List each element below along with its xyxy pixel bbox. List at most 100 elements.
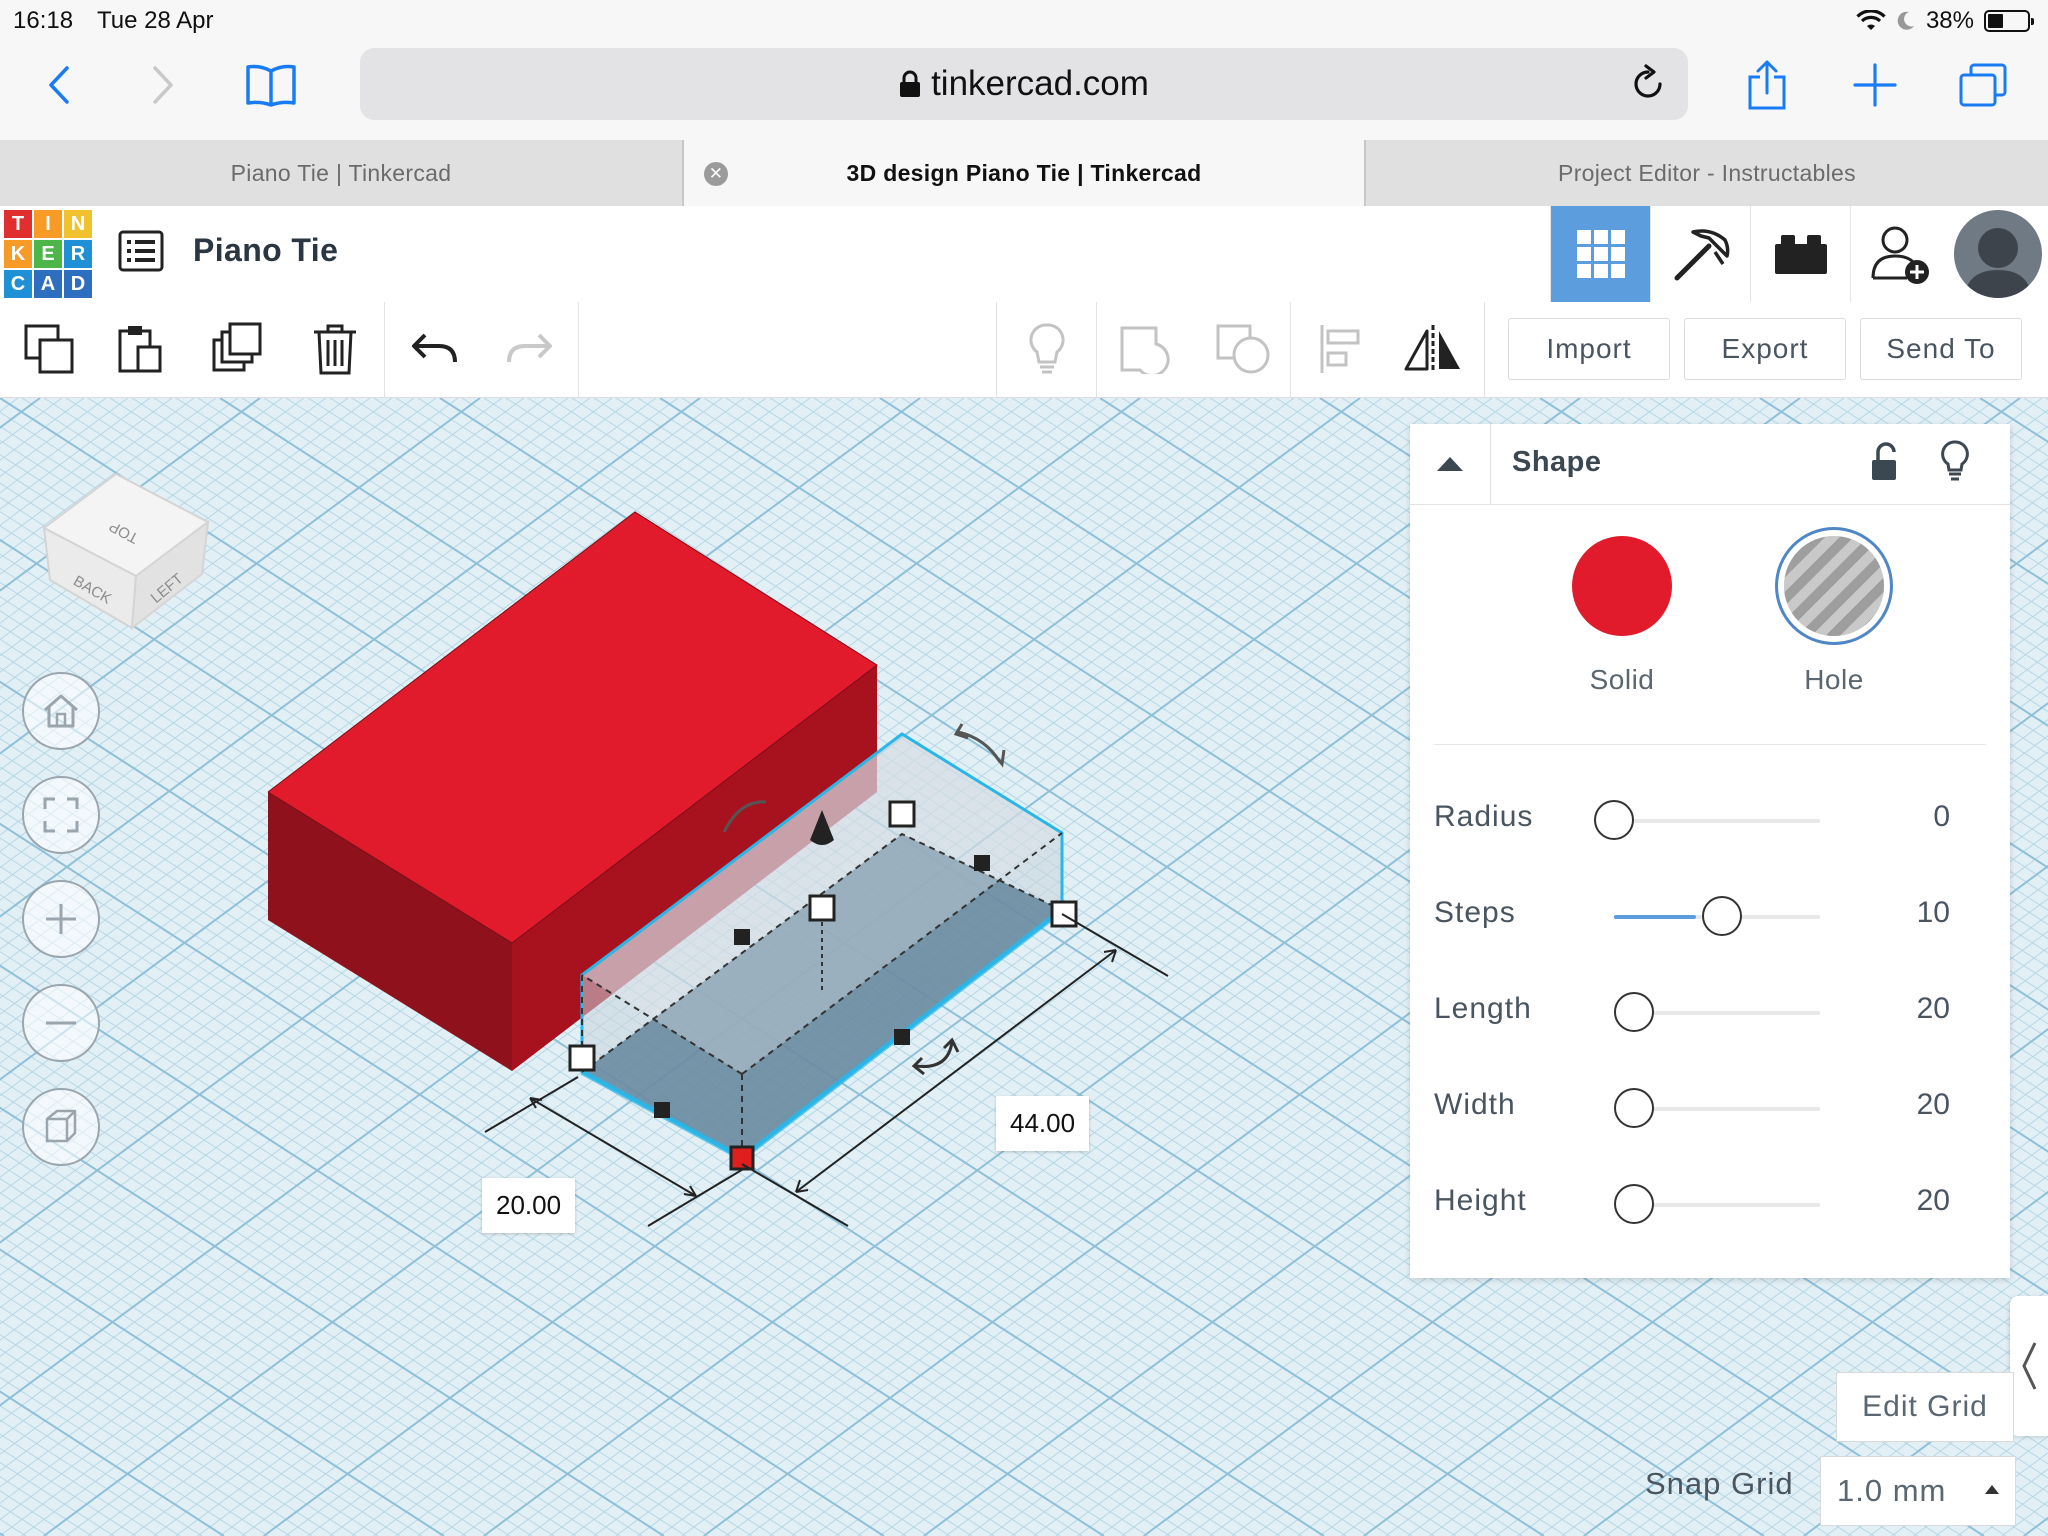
lock-button[interactable] (1870, 442, 1900, 487)
corner-handle[interactable] (888, 800, 916, 828)
snap-grid-select[interactable]: 1.0 mm (1820, 1456, 2016, 1526)
home-view-button[interactable] (22, 672, 100, 750)
height-value[interactable]: 20 (1917, 1184, 1950, 1218)
hole-option[interactable]: Hole (1764, 536, 1904, 696)
plus-icon (1853, 63, 1897, 107)
reload-button[interactable] (1630, 64, 1666, 107)
hole-swatch[interactable] (1784, 536, 1884, 636)
logo-letter: A (34, 270, 62, 298)
browser-tab[interactable]: Piano Tie | Tinkercad (0, 140, 682, 206)
browser-tab-active[interactable]: ✕ 3D design Piano Tie | Tinkercad (684, 140, 1364, 206)
logo-letter: I (34, 210, 62, 238)
side-handle[interactable] (654, 1102, 670, 1118)
redo-button[interactable] (496, 316, 562, 382)
solid-option[interactable]: Solid (1552, 536, 1692, 696)
shape-inspector: Shape Solid Hole Radius 0 Steps 10 Lengt… (1410, 424, 2010, 1278)
solid-swatch[interactable] (1572, 536, 1672, 636)
fit-view-button[interactable] (22, 776, 100, 854)
share-button[interactable] (1732, 52, 1802, 118)
copy-button[interactable] (16, 316, 82, 382)
steps-slider-knob[interactable] (1702, 896, 1742, 936)
perspective-icon (45, 1109, 77, 1143)
logo-letter: E (34, 240, 62, 268)
forward-button[interactable] (128, 52, 198, 118)
undo-icon (412, 333, 457, 363)
view-cube[interactable]: TOP BACK LEFT (36, 450, 216, 630)
address-url-wrap: tinkercad.com (360, 48, 1688, 120)
width-dimension-label[interactable]: 20.00 (482, 1178, 576, 1233)
plus-icon (46, 904, 76, 934)
duplicate-icon (212, 322, 262, 372)
add-user-icon (1871, 226, 1929, 284)
length-value[interactable]: 20 (1917, 992, 1950, 1026)
height-label: Height (1434, 1184, 1527, 1217)
paste-button[interactable] (108, 316, 174, 382)
design-title[interactable]: Piano Tie (193, 232, 338, 269)
invite-user-button[interactable] (1850, 206, 1951, 302)
panel-collapse-tab[interactable] (2010, 1296, 2048, 1436)
fit-icon (43, 797, 79, 833)
address-bar[interactable]: tinkercad.com (360, 48, 1688, 120)
radius-label: Radius (1434, 800, 1534, 833)
back-button[interactable] (24, 52, 94, 118)
zoom-in-button[interactable] (22, 880, 100, 958)
grid-icon (1577, 230, 1625, 278)
steps-value[interactable]: 10 (1917, 896, 1950, 930)
send-to-button[interactable]: Send To (1860, 318, 2022, 380)
import-button[interactable]: Import (1508, 318, 1670, 380)
group-button[interactable] (1112, 316, 1178, 382)
status-bar: 16:18 Tue 28 Apr 38% (0, 0, 2048, 42)
status-indicators: 38% (1856, 7, 2034, 35)
solid-label: Solid (1589, 664, 1655, 695)
edit-grid-button[interactable]: Edit Grid (1836, 1372, 2014, 1442)
length-slider-knob[interactable] (1614, 992, 1654, 1032)
length-label: Length (1434, 992, 1532, 1025)
chevron-left-icon (2022, 1342, 2037, 1390)
close-tab-icon[interactable]: ✕ (704, 162, 728, 186)
user-avatar[interactable] (1954, 210, 2042, 298)
side-handle[interactable] (894, 1029, 910, 1045)
new-tab-button[interactable] (1840, 52, 1910, 118)
zoom-out-button[interactable] (22, 984, 100, 1062)
side-handle[interactable] (734, 929, 750, 945)
ungroup-button[interactable] (1210, 316, 1276, 382)
side-handle[interactable] (974, 855, 990, 871)
width-value[interactable]: 20 (1917, 1088, 1950, 1122)
bookmarks-button[interactable] (236, 52, 306, 118)
3d-view-button[interactable] (1550, 206, 1651, 302)
pickaxe-icon (1674, 229, 1730, 281)
width-slider-knob[interactable] (1614, 1088, 1654, 1128)
show-all-button[interactable] (1014, 316, 1080, 382)
visibility-button[interactable] (1940, 440, 1970, 487)
radius-value[interactable]: 0 (1933, 800, 1950, 834)
browser-tab[interactable]: Project Editor - Instructables (1366, 140, 2048, 206)
blocks-button[interactable] (1650, 206, 1751, 302)
length-dimension-label[interactable]: 44.00 (996, 1096, 1090, 1151)
duplicate-button[interactable] (206, 316, 272, 382)
export-button[interactable]: Export (1684, 318, 1846, 380)
align-icon (1320, 325, 1360, 373)
undo-button[interactable] (402, 316, 468, 382)
hole-label: Hole (1804, 664, 1864, 695)
mirror-button[interactable] (1400, 316, 1466, 382)
corner-handle[interactable] (568, 1044, 596, 1072)
bricks-button[interactable] (1750, 206, 1851, 302)
tabs-overview-button[interactable] (1948, 52, 2018, 118)
ungroup-icon (1216, 324, 1270, 374)
logo-letter: N (64, 210, 92, 238)
inspector-header: Shape (1410, 424, 2010, 505)
collapse-inspector-button[interactable] (1410, 424, 1491, 504)
height-slider-knob[interactable] (1614, 1184, 1654, 1224)
design-list-button[interactable] (118, 228, 164, 274)
logo-letter: D (64, 270, 92, 298)
origin-handle[interactable] (729, 1145, 755, 1171)
mirror-icon (1404, 325, 1460, 373)
unlock-icon (1872, 442, 1896, 480)
radius-slider-knob[interactable] (1594, 800, 1634, 840)
corner-handle[interactable] (1050, 900, 1078, 928)
tinkercad-logo[interactable]: T I N K E R C A D (4, 210, 92, 298)
align-button[interactable] (1308, 316, 1374, 382)
height-handle[interactable] (808, 894, 836, 922)
perspective-button[interactable] (22, 1088, 100, 1166)
delete-button[interactable] (302, 316, 368, 382)
